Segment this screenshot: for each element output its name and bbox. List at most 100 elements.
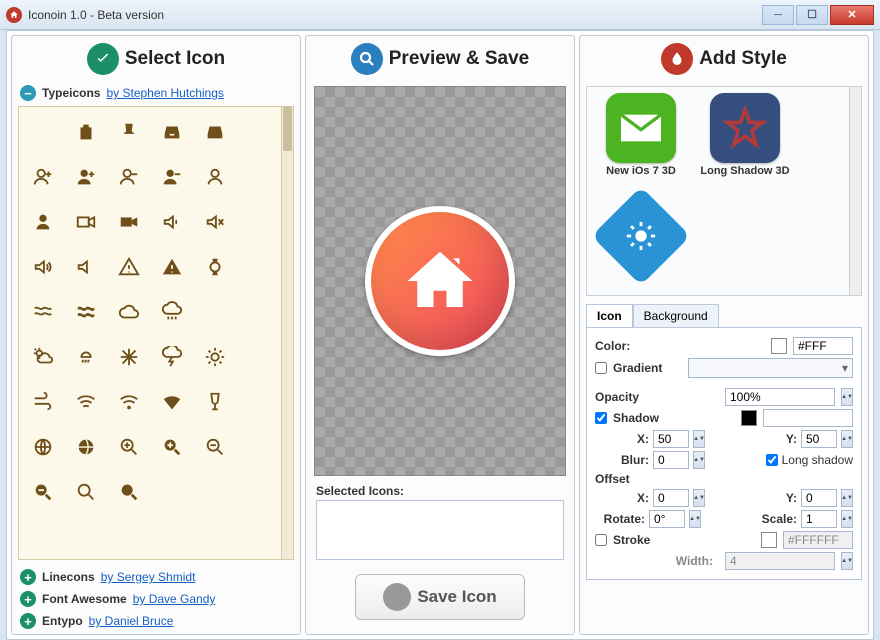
stroke-color-swatch[interactable] [761,532,777,548]
shadow-color-swatch[interactable] [741,410,757,426]
window-title: Iconoin 1.0 - Beta version [28,8,164,22]
expand-icon[interactable]: + [20,613,36,629]
icon-warning[interactable] [150,244,193,289]
icon-globe[interactable] [64,424,107,469]
icon-video[interactable] [107,199,150,244]
blur-input[interactable] [653,451,689,469]
opacity-spinner[interactable]: ▲▼ [841,388,853,406]
icon-user[interactable] [21,199,64,244]
icon-trash[interactable] [64,109,107,154]
select-icon-title: Select Icon [125,48,225,70]
icon-pin[interactable] [107,109,150,154]
icon-user-remove-fill[interactable] [150,154,193,199]
styles-scrollbar[interactable] [849,87,861,295]
icon-cloud[interactable] [107,289,150,334]
offset-y-input[interactable] [801,489,837,507]
style-longshadow-tile[interactable]: Long Shadow 3D [697,93,793,177]
stroke-color-input[interactable] [783,531,853,549]
expand-icon[interactable]: + [20,569,36,585]
icon-volume-high[interactable] [21,244,64,289]
search-icon [351,43,383,75]
icon-grid [18,106,294,560]
icon-user-outline[interactable] [193,154,236,199]
icon-user-add-outline[interactable] [21,154,64,199]
shadow-color-input[interactable] [763,409,853,427]
property-tabs: Icon Background [586,304,862,327]
icon-scissors[interactable] [21,109,64,154]
icon-partly-sunny[interactable] [21,334,64,379]
iconset-entypo[interactable]: + Entypo by Daniel Bruce [12,610,300,632]
preview-icon [365,206,515,356]
icon-zoom-in-outline[interactable] [107,424,150,469]
icon-zoom-out-outline[interactable] [193,424,236,469]
icon-volume[interactable] [64,244,107,289]
iconset-linecons[interactable]: + Linecons by Sergey Shmidt [12,566,300,588]
style-diamond-tile[interactable] [593,201,689,273]
opacity-input[interactable] [725,388,835,406]
stroke-checkbox[interactable] [595,534,607,546]
icon-search[interactable] [107,469,150,514]
icon-waves-outline[interactable] [21,289,64,334]
icon-waves[interactable] [64,289,107,334]
icon-sunny[interactable] [193,334,236,379]
shadow-y-input[interactable] [801,430,837,448]
stroke-width-input[interactable] [725,552,835,570]
icon-wine[interactable] [193,379,236,424]
style-ios7-tile[interactable]: New iOs 7 3D [593,93,689,177]
shadow-checkbox[interactable] [595,412,607,424]
color-swatch[interactable] [771,338,787,354]
preview-panel: Preview & Save Selected Icons: Save Icon [305,35,575,635]
icon-warning-outline[interactable] [107,244,150,289]
icon-wifi-low[interactable] [107,379,150,424]
gradient-select[interactable]: ▾ [688,358,853,378]
iconset-author-link[interactable]: by Dave Gandy [133,592,216,606]
close-button[interactable]: ✕ [830,5,874,25]
tab-icon[interactable]: Icon [586,304,633,327]
color-input[interactable] [793,337,853,355]
iconset-author-link[interactable]: by Stephen Hutchings [106,86,223,100]
gradient-checkbox[interactable] [595,362,607,374]
iconset-author-link[interactable]: by Sergey Shmidt [101,570,196,584]
icon-shower[interactable] [64,334,107,379]
icon-zoom-in[interactable] [150,424,193,469]
shadow-x-input[interactable] [653,430,689,448]
preview-title: Preview & Save [389,48,529,70]
icon-user-remove[interactable] [107,154,150,199]
selected-icons-box[interactable] [316,500,564,560]
icon-rain[interactable] [150,289,193,334]
download-icon [383,583,411,611]
rotate-input[interactable] [649,510,685,528]
preview-canvas [314,86,566,476]
collapse-icon[interactable]: − [20,85,36,101]
iconset-author-link[interactable]: by Daniel Bruce [89,614,174,628]
scale-input[interactable] [801,510,837,528]
icon-zoom-out[interactable] [21,469,64,514]
icon-wifi[interactable] [150,379,193,424]
icon-user-add[interactable] [64,154,107,199]
expand-icon[interactable]: + [20,591,36,607]
icon-moon[interactable] [193,289,236,334]
save-icon-button[interactable]: Save Icon [355,574,525,620]
icon-grid-scrollbar[interactable] [281,107,293,559]
iconset-typeicons[interactable]: − Typeicons by Stephen Hutchings [12,82,300,104]
icon-inbox[interactable] [150,109,193,154]
offset-x-input[interactable] [653,489,689,507]
icon-inbox-full[interactable] [193,109,236,154]
iconset-fontawesome[interactable]: + Font Awesome by Dave Gandy [12,588,300,610]
tab-background[interactable]: Background [633,304,719,327]
icon-search-outline[interactable] [64,469,107,514]
styles-gallery: New iOs 7 3D Long Shadow 3D [586,86,862,296]
icon-video-outline[interactable] [64,199,107,244]
longshadow-checkbox[interactable] [766,454,778,466]
icon-globe-outline[interactable] [21,424,64,469]
minimize-button[interactable]: ─ [762,5,794,25]
icon-volume-low[interactable] [150,199,193,244]
icon-wifi-outline[interactable] [64,379,107,424]
icon-windy[interactable] [21,379,64,424]
title-bar: Iconoin 1.0 - Beta version ─ ☐ ✕ [0,0,880,30]
icon-snow[interactable] [107,334,150,379]
maximize-button[interactable]: ☐ [796,5,828,25]
icon-volume-mute[interactable] [193,199,236,244]
icon-watch[interactable] [193,244,236,289]
icon-stormy[interactable] [150,334,193,379]
